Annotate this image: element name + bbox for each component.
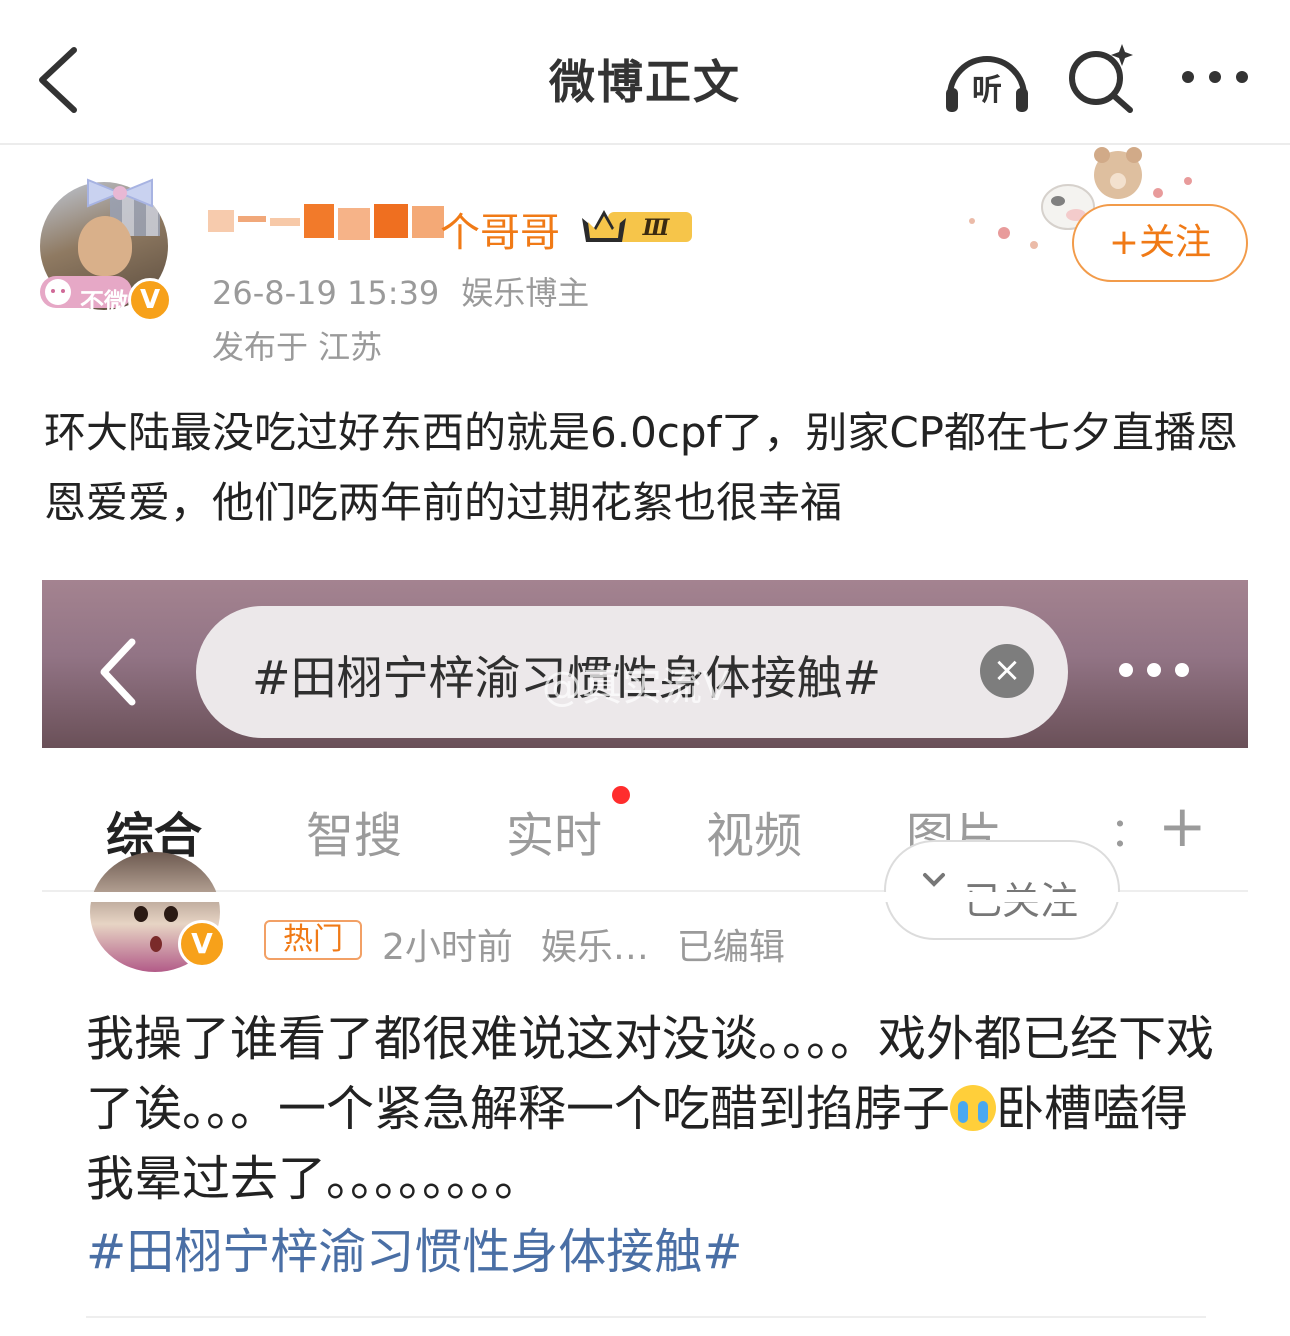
avatar-face — [78, 216, 132, 276]
embedded-more-dots-icon — [1119, 663, 1189, 677]
reply-category: 娱乐… — [540, 927, 649, 968]
clear-icon: × — [980, 644, 1034, 698]
username-redacted — [208, 204, 444, 240]
avatar-eye — [134, 906, 148, 922]
reply-edited: 已编辑 — [676, 927, 785, 968]
follow-button[interactable]: +关注 — [1072, 204, 1248, 282]
tab-smart-search: 智搜 — [306, 808, 403, 864]
chevron-down-icon — [923, 873, 945, 887]
avatar-mouth — [150, 936, 162, 952]
embedded-back-arrow-icon — [100, 638, 136, 706]
tab-video: 视频 — [706, 808, 803, 864]
crying-emoji-icon — [950, 1085, 997, 1131]
more-dots-icon[interactable] — [1180, 60, 1250, 94]
post-location: 发布于 江苏 — [212, 328, 383, 366]
verified-badge-icon: V — [128, 278, 172, 322]
tab-cut-off: ： — [1110, 810, 1150, 856]
reply-verified-badge-icon: V — [178, 920, 226, 968]
divider — [86, 1316, 1206, 1318]
embedded-search-bar: #田栩宁梓渝习惯性身体接触# × @真实流V — [42, 580, 1248, 748]
post-time: 26-8-19 15:39 — [212, 274, 440, 312]
bow-decoration-icon — [87, 178, 153, 208]
embedded-screenshot[interactable]: #田栩宁梓渝习惯性身体接触# × @真实流V 综合 智搜 实时 视频 图片 ： … — [42, 580, 1248, 1336]
followed-button: 已关注 — [884, 840, 1120, 940]
hot-tag-badge: 热门 — [264, 920, 362, 960]
reply-body-text: 我操了谁看了都很难说这对没谈。。。。戏外都已经下戏了诶。。。一个紧急解释一个吃醋… — [86, 1011, 1215, 1207]
top-nav-bar: 微博正文 听 — [0, 0, 1290, 145]
tab-bar-shadow-cover — [42, 892, 1248, 902]
headphones-listen-icon: 听 — [946, 56, 1028, 112]
avatar-frame-text: 不微 — [80, 288, 128, 316]
crown-rank-badge-icon: Ⅲ — [582, 210, 692, 242]
weibo-watermark: @真实流V — [542, 664, 730, 710]
svg-text:听: 听 — [972, 73, 1002, 108]
realtime-notification-dot — [612, 786, 630, 804]
avatar-eye — [164, 906, 178, 922]
add-tab-icon: + — [1158, 792, 1207, 860]
reply-meta: 2小时前 娱乐… 已编辑 — [382, 918, 785, 970]
tab-realtime: 实时 — [506, 808, 603, 864]
listen-button[interactable]: 听 — [942, 44, 1032, 114]
username[interactable]: 个哥哥 — [440, 200, 560, 258]
search-sparkle-icon[interactable] — [1064, 42, 1136, 114]
reply-time: 2小时前 — [382, 927, 513, 968]
svg-text:Ⅲ: Ⅲ — [642, 215, 671, 241]
reply-topic-link: #田栩宁梓渝习惯性身体接触# — [86, 1224, 743, 1280]
post-meta: 26-8-19 15:39 娱乐博主 — [212, 268, 589, 314]
post-body-text: 环大陆最没吃过好东西的就是6.0cpf了，别家CP都在七夕直播恩恩爱爱，他们吃两… — [44, 408, 1238, 527]
post-role: 娱乐博主 — [461, 274, 590, 312]
